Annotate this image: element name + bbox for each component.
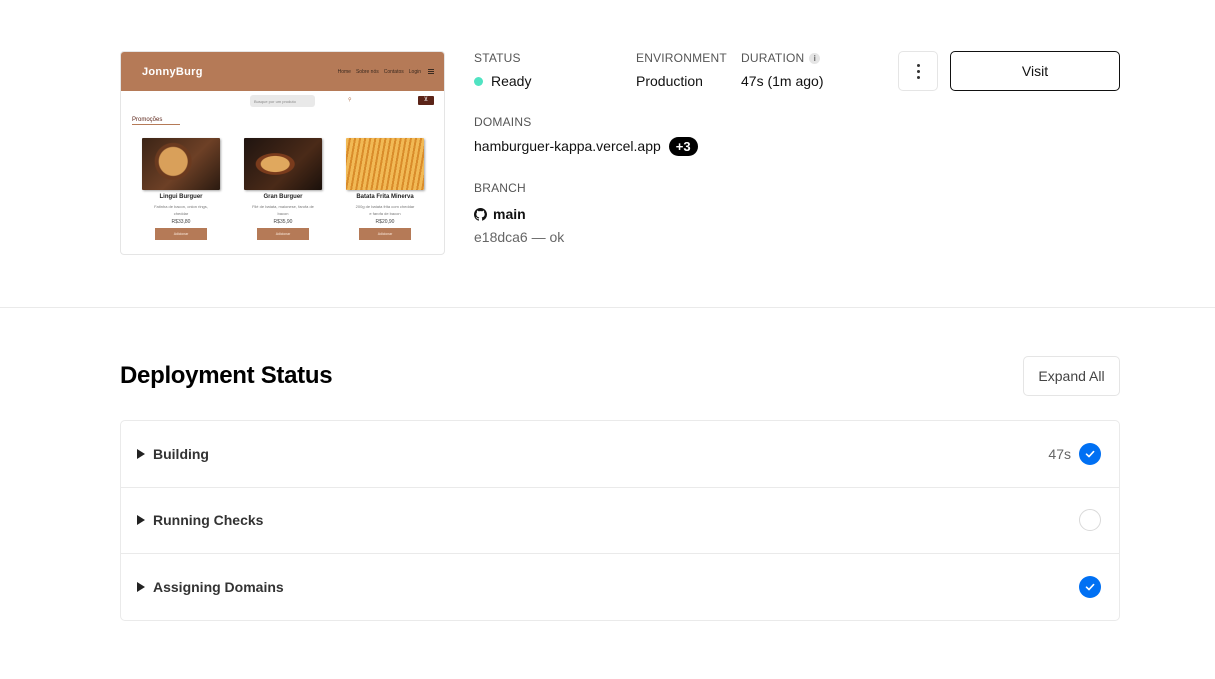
preview-product-card: Batata Frita Minerva 200g de batata frit…	[345, 138, 425, 240]
preview-product-price: R$20,90	[375, 219, 395, 225]
triangle-right-icon	[137, 448, 145, 459]
duration-value-row: 47s (1m ago)	[741, 73, 824, 89]
preview-product-price: R$33,80	[171, 219, 191, 225]
status-value-row: Ready	[474, 73, 531, 89]
preview-product-desc: Filé de batata, maionese, farofa de baco…	[252, 204, 314, 216]
preview-product-card: Lingui Burguer Fatinha de bacon, onion r…	[141, 138, 221, 240]
preview-header: JonnyBurg Home Sobre nós Contatos Login	[121, 52, 444, 91]
branch-name: main	[493, 206, 526, 222]
triangle-right-icon	[137, 582, 145, 593]
duration-value: 47s	[741, 73, 764, 89]
preview-product-image	[346, 138, 424, 190]
preview-logo: JonnyBurg	[142, 65, 203, 78]
preview-menu-icon	[428, 69, 434, 74]
duration-label-row: DURATION i	[741, 51, 821, 65]
visit-button[interactable]: Visit	[950, 51, 1120, 91]
check-icon	[1079, 442, 1101, 465]
github-icon	[474, 208, 487, 221]
preview-product-name: Gran Burguer	[263, 194, 303, 200]
preview-search: Busque por um produto	[250, 95, 315, 107]
branch-row[interactable]: main	[474, 206, 526, 222]
info-icon[interactable]: i	[809, 53, 821, 64]
more-vertical-icon	[916, 63, 920, 79]
preview-product-card: Gran Burguer Filé de batata, maionese, f…	[243, 138, 323, 240]
domains-row: hamburguer-kappa.vercel.app +3	[474, 137, 698, 156]
section-divider	[0, 307, 1215, 308]
step-duration: 47s	[1048, 445, 1071, 462]
domain-link[interactable]: hamburguer-kappa.vercel.app	[474, 138, 661, 154]
preview-product-name: Lingui Burguer	[159, 194, 203, 200]
preview-product-price: R$35,90	[273, 219, 293, 225]
check-icon	[1079, 576, 1101, 599]
preview-nav-item: Home	[337, 68, 351, 75]
step-assigning-domains[interactable]: Assigning Domains	[121, 554, 1119, 620]
preview-search-row: Busque por um produto ⚲ ⊻	[121, 91, 444, 113]
preview-product-name: Batata Frita Minerva	[356, 194, 414, 200]
preview-product-desc: 200g de batata frita com cheddar e farof…	[355, 204, 415, 216]
branch-label: BRANCH	[474, 181, 526, 195]
preview-product-image	[244, 138, 322, 190]
triangle-right-icon	[137, 515, 145, 526]
expand-all-button[interactable]: Expand All	[1023, 356, 1120, 396]
status-dot-icon	[474, 77, 483, 86]
deployment-steps: Building 47s Running Checks Assigning Do…	[120, 420, 1120, 621]
preview-nav: Home Sobre nós Contatos Login	[338, 69, 434, 75]
domains-more-badge[interactable]: +3	[668, 137, 698, 156]
environment-value: Production	[636, 73, 703, 89]
preview-product-image	[142, 138, 220, 190]
preview-add-button: Adicionar	[359, 228, 411, 240]
pending-circle-icon	[1079, 509, 1101, 532]
duration-ago: (1m ago)	[767, 73, 824, 89]
domains-label: DOMAINS	[474, 115, 532, 129]
step-label: Assigning Domains	[153, 579, 284, 596]
environment-label: ENVIRONMENT	[636, 51, 727, 65]
status-label: STATUS	[474, 51, 521, 65]
preview-add-button: Adicionar	[257, 228, 309, 240]
status-value: Ready	[491, 73, 532, 89]
preview-cart-icon: ⊻	[418, 96, 434, 105]
preview-nav-item: Sobre nós	[355, 68, 379, 75]
deployment-status-title: Deployment Status	[120, 362, 333, 389]
preview-search-icon: ⚲	[348, 97, 352, 103]
preview-product-desc: Fatinha de bacon, onion rings, cheddar	[154, 204, 208, 216]
preview-add-button: Adicionar	[155, 228, 207, 240]
step-label: Building	[153, 445, 209, 462]
commit-info[interactable]: e18dca6 — ok	[474, 229, 564, 245]
deployment-preview[interactable]: JonnyBurg Home Sobre nós Contatos Login …	[120, 51, 445, 255]
preview-nav-item: Login	[408, 68, 421, 75]
step-running-checks[interactable]: Running Checks	[121, 488, 1119, 554]
step-building[interactable]: Building 47s	[121, 421, 1119, 488]
step-label: Running Checks	[153, 512, 264, 529]
preview-section-title: Promoções	[132, 117, 180, 125]
more-options-button[interactable]	[898, 51, 938, 91]
preview-nav-item: Contatos	[383, 68, 404, 75]
duration-label: DURATION	[741, 51, 805, 65]
